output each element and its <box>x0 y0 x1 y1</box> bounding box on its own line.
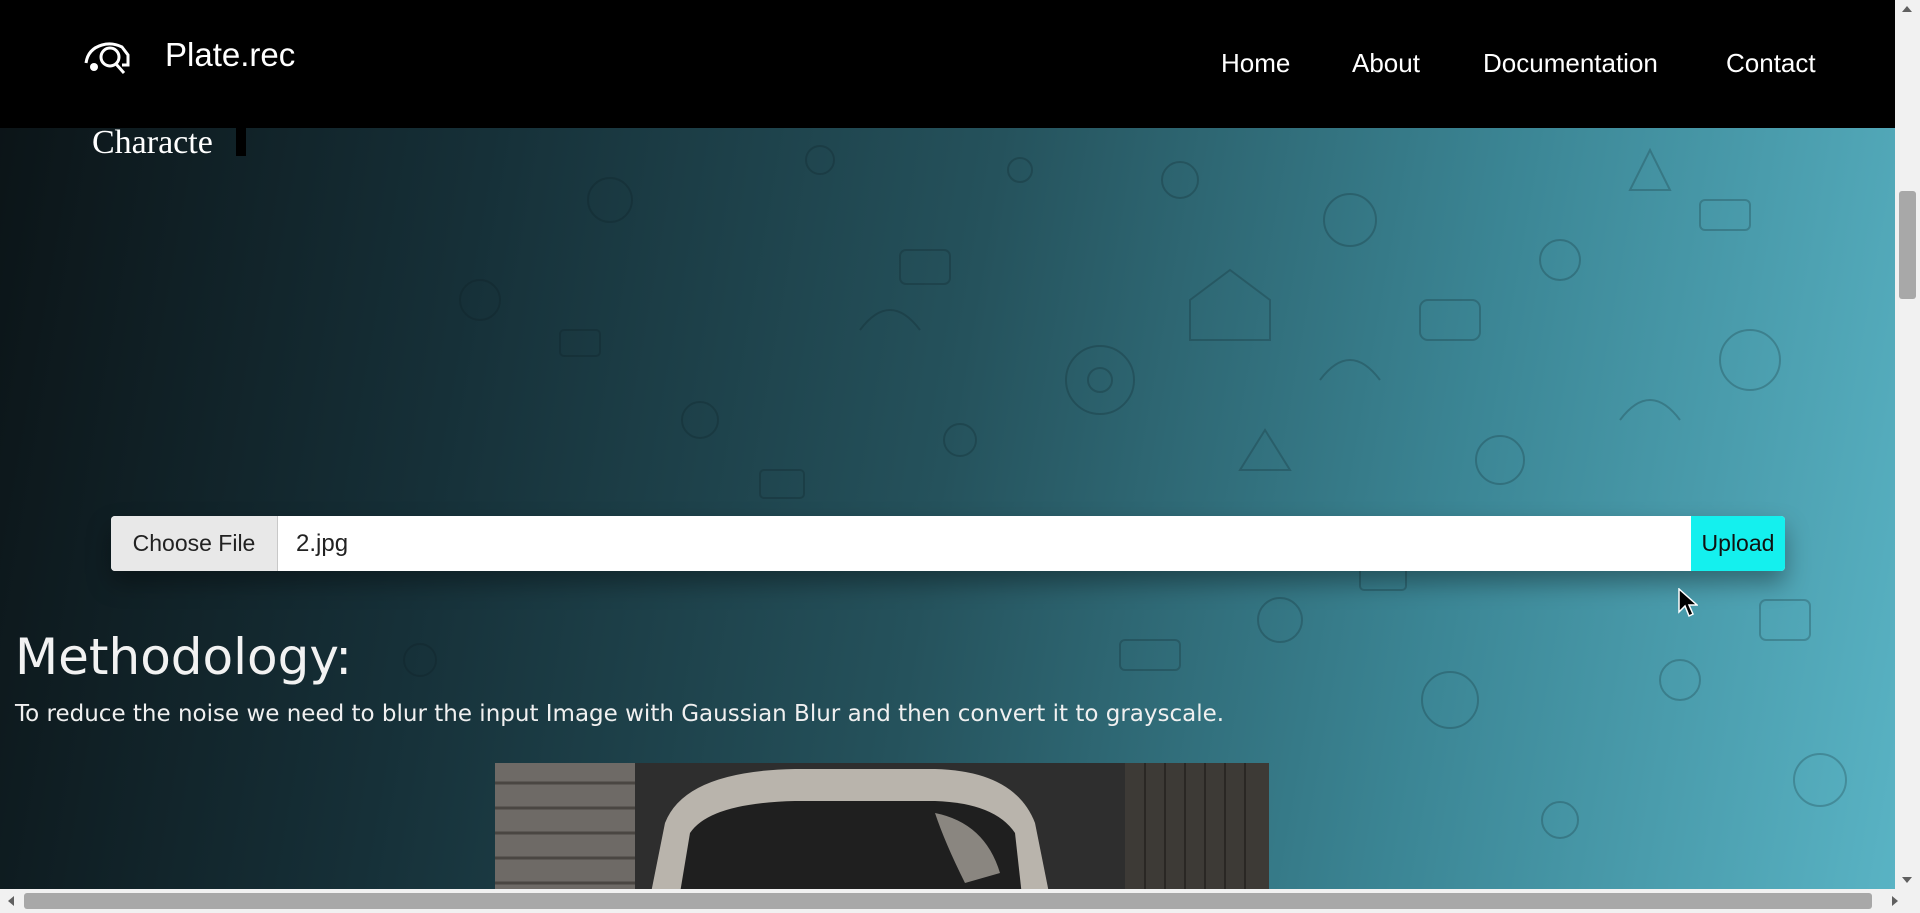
top-navbar: Plate.rec Home About Documentation Conta… <box>0 0 1895 128</box>
horizontal-scroll-thumb[interactable] <box>24 893 1872 909</box>
file-name-field[interactable]: 2.jpg <box>278 516 1691 571</box>
brand-title[interactable]: Plate.rec <box>165 36 295 74</box>
choose-file-button[interactable]: Choose File <box>111 516 278 571</box>
page-background: Plate.rec Home About Documentation Conta… <box>0 0 1895 889</box>
doodle-pattern <box>403 145 1847 839</box>
nav-documentation-link[interactable]: Documentation <box>1483 48 1658 79</box>
typing-caret <box>236 128 246 156</box>
car-search-icon[interactable] <box>80 33 134 77</box>
nav-contact-link[interactable]: Contact <box>1726 48 1816 79</box>
scroll-right-arrow-icon[interactable] <box>1892 896 1898 906</box>
upload-form: Choose File 2.jpg Upload <box>111 516 1785 571</box>
car-photo <box>495 763 1269 889</box>
scroll-down-arrow-icon[interactable] <box>1902 877 1912 883</box>
methodology-text: To reduce the noise we need to blur the … <box>15 701 1225 727</box>
mouse-cursor-icon <box>1678 588 1698 618</box>
scroll-up-arrow-icon[interactable] <box>1902 6 1912 12</box>
methodology-heading: Methodology: <box>15 628 353 686</box>
horizontal-scrollbar[interactable] <box>0 889 1920 913</box>
vertical-scroll-thumb[interactable] <box>1899 191 1916 299</box>
nav-about-link[interactable]: About <box>1352 48 1420 79</box>
vertical-scrollbar[interactable] <box>1895 0 1920 889</box>
upload-button[interactable]: Upload <box>1691 516 1785 571</box>
nav-home-link[interactable]: Home <box>1221 48 1290 79</box>
scroll-left-arrow-icon[interactable] <box>8 896 14 906</box>
hero-typing-text: Characte <box>92 124 213 161</box>
